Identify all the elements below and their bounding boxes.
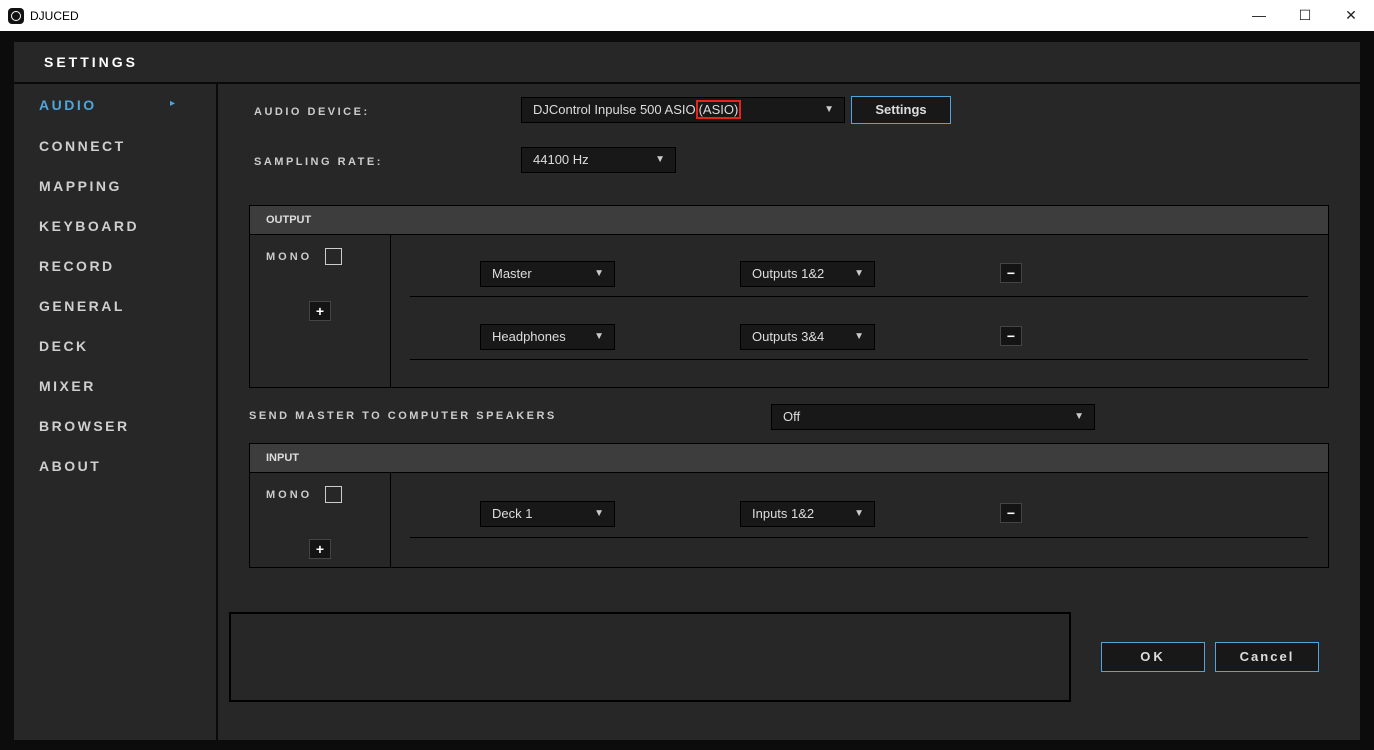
mono-label: MONO — [266, 489, 313, 501]
active-arrow-icon: ▸ — [170, 98, 176, 109]
minimize-button[interactable]: — — [1236, 0, 1282, 31]
chevron-down-icon: ▼ — [594, 331, 604, 342]
sidebar-item-about[interactable]: ABOUT — [39, 458, 101, 474]
output-channel-dropdown[interactable]: Headphones ▼ — [480, 324, 615, 350]
remove-output-button[interactable]: − — [1000, 263, 1022, 283]
divider — [410, 296, 1308, 297]
chevron-down-icon: ▼ — [854, 268, 864, 279]
chevron-down-icon: ▼ — [1074, 411, 1084, 422]
maximize-button[interactable]: ☐ — [1282, 0, 1328, 31]
input-section: INPUT MONO + Deck 1 ▼ Inputs 1&2 ▼ − — [249, 443, 1329, 568]
chevron-down-icon: ▼ — [594, 508, 604, 519]
app-logo-icon — [8, 8, 24, 24]
mono-label: MONO — [266, 251, 313, 263]
message-area — [229, 612, 1071, 702]
window-title: DJUCED — [30, 9, 79, 23]
sidebar-item-mixer[interactable]: MIXER — [39, 378, 96, 394]
output-mono-checkbox[interactable] — [325, 248, 342, 265]
add-output-button[interactable]: + — [309, 301, 331, 321]
audio-device-dropdown[interactable]: DJControl Inpulse 500 ASIO (ASIO) ▼ — [521, 97, 845, 123]
sidebar-item-record[interactable]: RECORD — [39, 258, 115, 274]
channel-value: Headphones — [492, 329, 566, 344]
output-port-dropdown[interactable]: Outputs 3&4 ▼ — [740, 324, 875, 350]
input-port-dropdown[interactable]: Inputs 1&2 ▼ — [740, 501, 875, 527]
send-master-dropdown[interactable]: Off ▼ — [771, 404, 1095, 430]
divider — [410, 537, 1308, 538]
output-section-title: OUTPUT — [250, 206, 1328, 235]
asio-highlight: (ASIO) — [695, 100, 742, 119]
sidebar-item-browser[interactable]: BROWSER — [39, 418, 130, 434]
channel-value: Master — [492, 266, 532, 281]
sidebar-item-general[interactable]: GENERAL — [39, 298, 125, 314]
close-button[interactable]: ✕ — [1328, 0, 1374, 31]
sidebar-item-audio[interactable]: AUDIO — [39, 97, 97, 113]
sidebar: AUDIO ▸ CONNECT MAPPING KEYBOARD RECORD … — [14, 84, 216, 740]
audio-device-value: DJControl Inpulse 500 ASIO — [533, 102, 696, 117]
ok-button[interactable]: OK — [1101, 642, 1205, 672]
chevron-down-icon: ▼ — [655, 154, 665, 165]
device-settings-button[interactable]: Settings — [851, 96, 951, 124]
port-value: Inputs 1&2 — [752, 506, 815, 521]
sidebar-item-keyboard[interactable]: KEYBOARD — [39, 218, 139, 234]
channel-value: Deck 1 — [492, 506, 533, 521]
send-master-label: SEND MASTER TO COMPUTER SPEAKERS — [249, 410, 557, 422]
output-channel-dropdown[interactable]: Master ▼ — [480, 261, 615, 287]
port-value: Outputs 3&4 — [752, 329, 825, 344]
input-mono-checkbox[interactable] — [325, 486, 342, 503]
output-section: OUTPUT MONO + Master ▼ Outputs 1&2 ▼ − Hea… — [249, 205, 1329, 388]
sampling-rate-label: SAMPLING RATE: — [254, 156, 383, 168]
sidebar-item-connect[interactable]: CONNECT — [39, 138, 126, 154]
input-channel-dropdown[interactable]: Deck 1 ▼ — [480, 501, 615, 527]
cancel-button[interactable]: Cancel — [1215, 642, 1319, 672]
input-options: MONO + — [250, 473, 391, 567]
audio-device-label: AUDIO DEVICE: — [254, 106, 370, 118]
remove-input-button[interactable]: − — [1000, 503, 1022, 523]
output-options: MONO + — [250, 235, 391, 387]
title-bar: DJUCED — ☐ ✕ — [0, 0, 1374, 31]
send-master-value: Off — [783, 409, 801, 424]
input-section-title: INPUT — [250, 444, 1328, 473]
sampling-rate-dropdown[interactable]: 44100 Hz ▼ — [521, 147, 676, 173]
chevron-down-icon: ▼ — [824, 104, 834, 115]
chevron-down-icon: ▼ — [854, 508, 864, 519]
sampling-rate-value: 44100 Hz — [533, 152, 589, 167]
sidebar-item-mapping[interactable]: MAPPING — [39, 178, 122, 194]
sidebar-item-deck[interactable]: DECK — [39, 338, 89, 354]
chevron-down-icon: ▼ — [854, 331, 864, 342]
output-port-dropdown[interactable]: Outputs 1&2 ▼ — [740, 261, 875, 287]
page-title: SETTINGS — [44, 54, 139, 70]
settings-header: SETTINGS — [14, 42, 1360, 82]
port-value: Outputs 1&2 — [752, 266, 825, 281]
chevron-down-icon: ▼ — [594, 268, 604, 279]
divider — [410, 359, 1308, 360]
add-input-button[interactable]: + — [309, 539, 331, 559]
remove-output-button[interactable]: − — [1000, 326, 1022, 346]
